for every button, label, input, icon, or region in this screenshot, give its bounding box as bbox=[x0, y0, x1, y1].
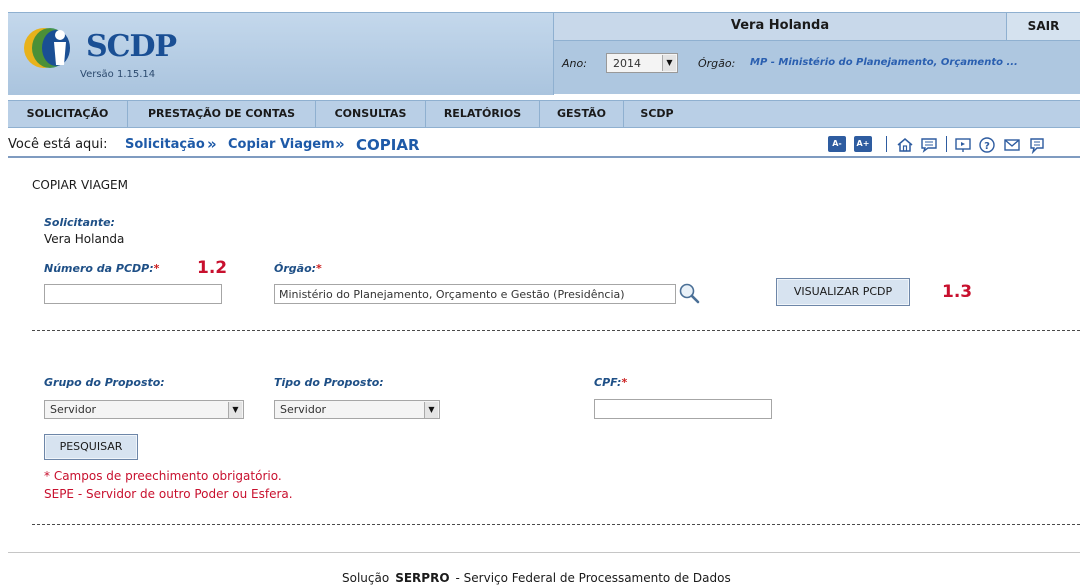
footer-prefix: Solução bbox=[342, 571, 390, 585]
home-icon[interactable] bbox=[896, 136, 914, 154]
menu-item-prestacao-de-contas[interactable]: PRESTAÇÃO DE CONTAS bbox=[128, 101, 316, 127]
group-label: Grupo do Proposto: bbox=[44, 376, 165, 389]
required-asterisk: * bbox=[153, 262, 160, 275]
org-field-label-text: Órgão: bbox=[274, 262, 317, 275]
presentation-icon[interactable] bbox=[954, 136, 972, 154]
menu-item-solicitacao[interactable]: SOLICITAÇÃO bbox=[8, 101, 128, 127]
footer: Solução SERPRO - Serviço Federal de Proces… bbox=[342, 571, 731, 585]
toolbar-divider bbox=[946, 136, 947, 152]
annotation-marker: 1.3 bbox=[942, 282, 973, 302]
logout-link[interactable]: SAIR bbox=[1007, 13, 1080, 33]
cpf-input[interactable] bbox=[594, 399, 772, 419]
main-menu: SOLICITAÇÃO PRESTAÇÃO DE CONTAS CONSULTA… bbox=[8, 100, 1080, 128]
type-select-value: Servidor bbox=[280, 403, 327, 416]
group-select[interactable]: Servidor ▼ bbox=[44, 400, 244, 419]
menu-item-gestao[interactable]: GESTÃO bbox=[540, 101, 624, 127]
font-decrease-button[interactable]: A- bbox=[828, 136, 846, 152]
user-bar: Vera Holanda bbox=[554, 13, 1006, 41]
search-button[interactable]: PESQUISAR bbox=[44, 434, 138, 460]
logo-area: SCDP Versão 1.15.14 bbox=[8, 13, 554, 95]
svg-text:?: ? bbox=[984, 141, 990, 152]
org-input[interactable]: Ministério do Planejamento, Orçamento e … bbox=[274, 284, 676, 304]
sepe-note: SEPE - Servidor de outro Poder ou Esfera… bbox=[44, 487, 293, 501]
year-label: Ano: bbox=[562, 57, 587, 70]
logout-area: SAIR bbox=[1006, 13, 1080, 41]
year-select-value: 2014 bbox=[613, 57, 641, 70]
required-asterisk: * bbox=[621, 376, 628, 389]
chat-icon[interactable] bbox=[920, 136, 938, 154]
scdp-logo-icon bbox=[24, 28, 70, 68]
breadcrumb-copiar-viagem[interactable]: Copiar Viagem bbox=[228, 137, 335, 152]
type-select[interactable]: Servidor ▼ bbox=[274, 400, 440, 419]
menu-item-scdp[interactable]: SCDP bbox=[624, 101, 690, 127]
menu-item-relatorios[interactable]: RELATÓRIOS bbox=[426, 101, 540, 127]
chevron-down-icon[interactable]: ▼ bbox=[424, 402, 438, 418]
search-icon[interactable] bbox=[678, 282, 700, 304]
breadcrumb-bar: Você está aqui: Solicitação » Copiar Via… bbox=[8, 131, 1080, 158]
requester-label: Solicitante: bbox=[44, 216, 115, 229]
help-icon[interactable]: ? bbox=[978, 136, 996, 154]
footer-divider bbox=[8, 552, 1080, 553]
mail-icon[interactable] bbox=[1003, 136, 1021, 154]
footer-suffix: - Serviço Federal de Processamento de Da… bbox=[455, 571, 731, 585]
chevron-down-icon[interactable]: ▼ bbox=[662, 55, 676, 71]
pcdp-number-input[interactable] bbox=[44, 284, 222, 304]
font-increase-button[interactable]: A+ bbox=[854, 136, 872, 152]
breadcrumb-prefix: Você está aqui: bbox=[8, 137, 108, 152]
required-asterisk: * bbox=[316, 262, 322, 275]
toolbar-divider bbox=[886, 136, 887, 152]
section-divider bbox=[32, 330, 1080, 331]
app-header: SCDP Versão 1.15.14 Vera Holanda SAIR An… bbox=[8, 12, 1080, 95]
user-name: Vera Holanda bbox=[730, 18, 830, 33]
page: SCDP Versão 1.15.14 Vera Holanda SAIR An… bbox=[0, 0, 1080, 588]
app-version: Versão 1.15.14 bbox=[80, 69, 156, 80]
org-label: Órgão: bbox=[698, 57, 736, 70]
pcdp-label-text: Número da PCDP: bbox=[44, 262, 154, 275]
chevron-down-icon[interactable]: ▼ bbox=[228, 402, 242, 418]
cpf-label: CPF:* bbox=[594, 376, 627, 389]
org-value[interactable]: MP - Ministério do Planejamento, Orçamen… bbox=[750, 57, 1018, 68]
feedback-icon[interactable] bbox=[1028, 136, 1046, 154]
breadcrumb-separator-icon: » bbox=[335, 135, 345, 153]
required-fields-note: * Campos de preechimento obrigatório. bbox=[44, 469, 282, 483]
group-select-value: Servidor bbox=[50, 403, 97, 416]
type-label: Tipo do Proposto: bbox=[274, 376, 384, 389]
section-title: COPIAR VIAGEM bbox=[32, 178, 128, 192]
cpf-label-text: CPF: bbox=[594, 376, 622, 389]
breadcrumb-separator-icon: » bbox=[207, 135, 217, 153]
view-pcdp-button[interactable]: VISUALIZAR PCDP bbox=[776, 278, 910, 306]
org-field-label: Órgão:* bbox=[274, 262, 322, 275]
annotation-marker: 1.2 bbox=[197, 258, 228, 278]
breadcrumb-current: COPIAR bbox=[356, 136, 420, 154]
app-title: SCDP bbox=[86, 29, 177, 64]
pcdp-label: Número da PCDP:* bbox=[44, 262, 159, 275]
year-select[interactable]: 2014 ▼ bbox=[606, 53, 678, 73]
breadcrumb-solicitacao[interactable]: Solicitação bbox=[125, 137, 205, 152]
section-divider bbox=[32, 524, 1080, 525]
footer-brand: SERPRO bbox=[395, 571, 450, 585]
menu-item-consultas[interactable]: CONSULTAS bbox=[316, 101, 426, 127]
requester-value: Vera Holanda bbox=[44, 232, 125, 246]
